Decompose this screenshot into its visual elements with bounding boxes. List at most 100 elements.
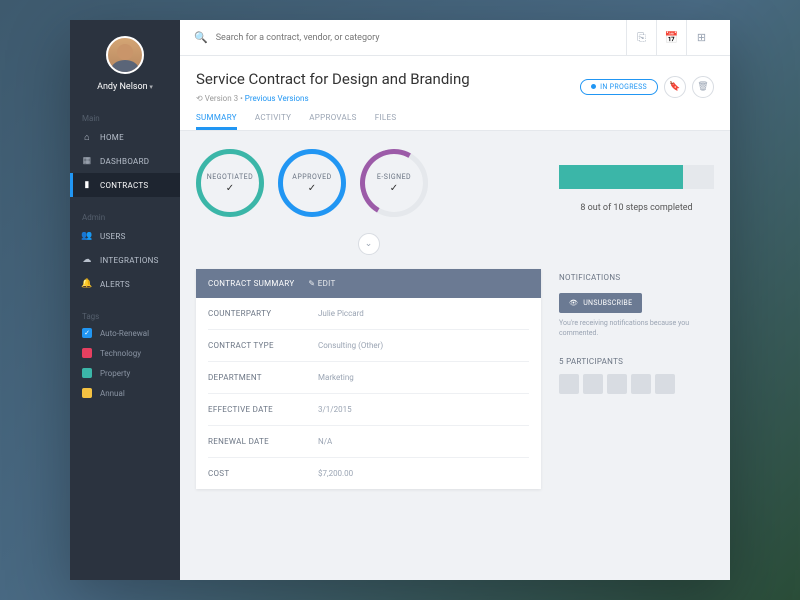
tag-label: Technology bbox=[100, 349, 141, 358]
step-approved: APPROVED✓ bbox=[278, 149, 346, 217]
notifications-section: NOTIFICATIONS 👁UNSUBSCRIBE You're receiv… bbox=[559, 273, 714, 339]
field-value: Consulting (Other) bbox=[318, 341, 383, 350]
tab-summary[interactable]: SUMMARY bbox=[196, 113, 237, 130]
edit-button[interactable]: ✎ EDIT bbox=[308, 279, 335, 288]
nav-alerts[interactable]: 🔔 ALERTS bbox=[70, 272, 180, 296]
delete-button[interactable]: 🗑 bbox=[692, 76, 714, 98]
content-area: NEGOTIATED✓ APPROVED✓ E-SIGNED✓ ⌄ CONTRA… bbox=[180, 131, 730, 580]
progress-fill bbox=[559, 165, 683, 189]
section-header: 5 PARTICIPANTS bbox=[559, 357, 714, 366]
summary-row: RENEWAL DATEN/A bbox=[208, 426, 529, 458]
summary-rows: COUNTERPARTYJulie Piccard CONTRACT TYPEC… bbox=[196, 298, 541, 489]
bell-icon: 🔔 bbox=[82, 279, 92, 289]
main-content: 🔍 ⎘ 📅 ⊞ Service Contract for Design and … bbox=[180, 20, 730, 580]
expand-button[interactable]: ⌄ bbox=[358, 233, 380, 255]
participant-avatars bbox=[559, 374, 714, 394]
calendar-button[interactable]: 📅 bbox=[656, 20, 686, 56]
nav-home[interactable]: ⌂ HOME bbox=[70, 125, 180, 149]
summary-row: EFFECTIVE DATE3/1/2015 bbox=[208, 394, 529, 426]
nav-section-main: Main bbox=[70, 110, 180, 125]
tabs: SUMMARY ACTIVITY APPROVALS FILES bbox=[196, 113, 714, 130]
left-column: NEGOTIATED✓ APPROVED✓ E-SIGNED✓ ⌄ CONTRA… bbox=[196, 149, 541, 562]
export-button[interactable]: ⎘ bbox=[626, 20, 656, 56]
search-icon: 🔍 bbox=[194, 31, 208, 44]
progress-bar bbox=[559, 165, 714, 189]
field-label: EFFECTIVE DATE bbox=[208, 405, 318, 414]
app-window: Andy Nelson Main ⌂ HOME ▦DASHBOARD ▮ CONTR… bbox=[70, 20, 730, 580]
tag-label: Property bbox=[100, 369, 130, 378]
section-header: NOTIFICATIONS bbox=[559, 273, 714, 282]
right-column: 8 out of 10 steps completed NOTIFICATION… bbox=[559, 149, 714, 562]
tag-auto-renewal[interactable]: ✓ Auto-Renewal bbox=[70, 323, 180, 343]
tab-files[interactable]: FILES bbox=[375, 113, 397, 130]
previous-versions-link[interactable]: Previous Versions bbox=[245, 94, 309, 103]
card-header: CONTRACT SUMMARY ✎ EDIT bbox=[196, 269, 541, 298]
bookmark-button[interactable]: 🔖 bbox=[664, 76, 686, 98]
summary-row: CONTRACT TYPEConsulting (Other) bbox=[208, 330, 529, 362]
home-icon: ⌂ bbox=[82, 132, 92, 142]
unsubscribe-button[interactable]: 👁UNSUBSCRIBE bbox=[559, 293, 642, 313]
field-label: RENEWAL DATE bbox=[208, 437, 318, 446]
notification-note: You're receiving notifications because y… bbox=[559, 319, 714, 339]
field-label: CONTRACT TYPE bbox=[208, 341, 318, 350]
nav-users[interactable]: 👥 USERS bbox=[70, 224, 180, 248]
tag-annual[interactable]: Annual bbox=[70, 383, 180, 403]
summary-row: DEPARTMENTMarketing bbox=[208, 362, 529, 394]
status-badge: IN PROGRESS bbox=[580, 79, 658, 95]
field-value: $7,200.00 bbox=[318, 469, 353, 478]
summary-row: COST$7,200.00 bbox=[208, 458, 529, 489]
tag-technology[interactable]: Technology bbox=[70, 343, 180, 363]
nav-label: CONTRACTS bbox=[100, 181, 148, 190]
page-header: Service Contract for Design and Branding… bbox=[180, 56, 730, 131]
search-input[interactable] bbox=[216, 33, 626, 43]
tag-swatch bbox=[82, 348, 92, 358]
field-label: DEPARTMENT bbox=[208, 373, 318, 382]
nav-section-tags: Tags bbox=[70, 308, 180, 323]
field-value: 3/1/2015 bbox=[318, 405, 352, 414]
nav-label: HOME bbox=[100, 133, 124, 142]
avatar[interactable] bbox=[106, 36, 144, 74]
page-title: Service Contract for Design and Branding bbox=[196, 70, 470, 88]
participants-section: 5 PARTICIPANTS bbox=[559, 357, 714, 394]
nav-dashboard[interactable]: ▦DASHBOARD bbox=[70, 149, 180, 173]
nav-contracts[interactable]: ▮ CONTRACTS bbox=[70, 173, 180, 197]
participant-avatar[interactable] bbox=[583, 374, 603, 394]
topbar-actions: ⎘ 📅 ⊞ bbox=[626, 20, 716, 56]
progress-section: 8 out of 10 steps completed bbox=[559, 149, 714, 213]
participant-avatar[interactable] bbox=[559, 374, 579, 394]
step-esigned: E-SIGNED✓ bbox=[360, 149, 428, 217]
topbar: 🔍 ⎘ 📅 ⊞ bbox=[180, 20, 730, 56]
eye-icon: 👁 bbox=[569, 299, 578, 307]
nav-integrations[interactable]: ☁ INTEGRATIONS bbox=[70, 248, 180, 272]
cloud-icon: ☁ bbox=[82, 255, 92, 265]
tab-activity[interactable]: ACTIVITY bbox=[255, 113, 291, 130]
tag-label: Auto-Renewal bbox=[100, 329, 149, 338]
grid-button[interactable]: ⊞ bbox=[686, 20, 716, 56]
users-icon: 👥 bbox=[82, 231, 92, 241]
nav-label: ALERTS bbox=[100, 280, 130, 289]
sidebar: Andy Nelson Main ⌂ HOME ▦DASHBOARD ▮ CONTR… bbox=[70, 20, 180, 580]
briefcase-icon: ▮ bbox=[82, 180, 92, 190]
tag-swatch bbox=[82, 388, 92, 398]
progress-text: 8 out of 10 steps completed bbox=[559, 203, 714, 213]
field-label: COST bbox=[208, 469, 318, 478]
steps-row: NEGOTIATED✓ APPROVED✓ E-SIGNED✓ bbox=[196, 149, 541, 217]
tag-swatch bbox=[82, 368, 92, 378]
tab-approvals[interactable]: APPROVALS bbox=[309, 113, 356, 130]
nav-label: DASHBOARD bbox=[100, 157, 149, 166]
tag-property[interactable]: Property bbox=[70, 363, 180, 383]
username-dropdown[interactable]: Andy Nelson bbox=[70, 82, 180, 92]
nav-label: USERS bbox=[100, 232, 126, 241]
card-title: CONTRACT SUMMARY bbox=[208, 279, 294, 288]
field-value: Marketing bbox=[318, 373, 354, 382]
checkbox-icon: ✓ bbox=[82, 328, 92, 338]
field-value: Julie Piccard bbox=[318, 309, 364, 318]
step-negotiated: NEGOTIATED✓ bbox=[196, 149, 264, 217]
nav-label: INTEGRATIONS bbox=[100, 256, 159, 265]
field-value: N/A bbox=[318, 437, 332, 446]
version-info: ⟲ Version 3 • Previous Versions bbox=[196, 94, 470, 103]
field-label: COUNTERPARTY bbox=[208, 309, 318, 318]
participant-avatar[interactable] bbox=[607, 374, 627, 394]
participant-avatar[interactable] bbox=[631, 374, 651, 394]
participant-avatar[interactable] bbox=[655, 374, 675, 394]
